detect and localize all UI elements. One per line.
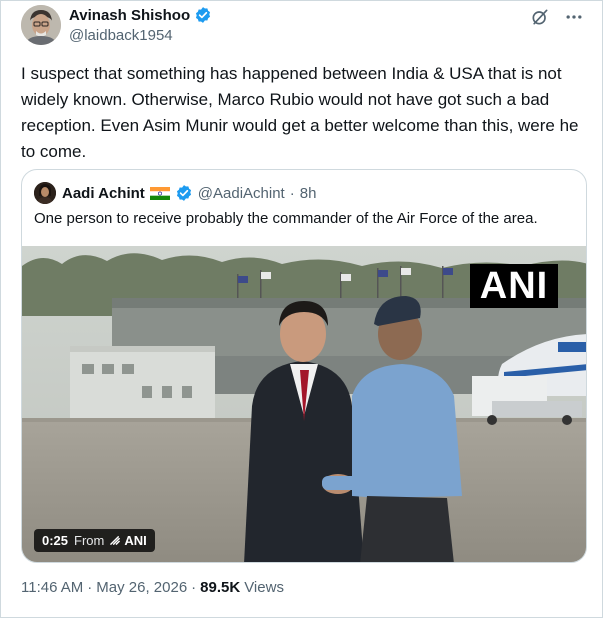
- views-label: Views: [244, 579, 284, 596]
- verified-badge-icon[interactable]: [194, 6, 212, 24]
- india-flag-icon: [149, 186, 170, 200]
- video-duration: 0:25: [42, 533, 69, 548]
- video-player[interactable]: ANI 0:25 From ANI: [22, 246, 586, 562]
- author-avatar[interactable]: [21, 5, 61, 45]
- meta-separator: ·: [87, 579, 93, 596]
- quoted-author-avatar[interactable]: [34, 182, 56, 204]
- header-actions: [530, 7, 584, 27]
- post-date[interactable]: May 26, 2026: [96, 579, 187, 596]
- ani-source-icon: [110, 535, 121, 546]
- meta-separator: ·: [191, 579, 197, 596]
- author-handle[interactable]: @laidback1954: [69, 27, 173, 44]
- video-from-label: From: [74, 533, 105, 548]
- tweet-card: Avinash Shishoo @laidback1954 I suspect …: [0, 0, 603, 618]
- quoted-text: One person to receive probably the comma…: [34, 210, 538, 227]
- quoted-time[interactable]: 8h: [300, 185, 317, 202]
- author-name-text[interactable]: Avinash Shishoo: [69, 7, 190, 24]
- quoted-header: Aadi Achint @AadiAchint · 8h: [62, 184, 316, 202]
- author-name[interactable]: Avinash Shishoo: [69, 6, 212, 24]
- quoted-author-name[interactable]: Aadi Achint: [62, 185, 145, 202]
- tweet-text: I suspect that something has happened be…: [21, 64, 579, 161]
- quoted-separator: ·: [289, 184, 295, 202]
- views-count[interactable]: 89.5K: [200, 579, 240, 596]
- grok-icon[interactable]: [530, 7, 550, 27]
- quoted-handle[interactable]: @AadiAchint: [198, 185, 285, 202]
- more-icon[interactable]: [564, 7, 584, 27]
- post-time[interactable]: 11:46 AM: [21, 579, 83, 596]
- video-source-name[interactable]: ANI: [124, 533, 146, 548]
- post-meta: 11:46 AM · May 26, 2026 · 89.5K Views: [21, 579, 284, 596]
- ani-watermark: ANI: [470, 264, 558, 308]
- quoted-tweet[interactable]: Aadi Achint @AadiAchint · 8h One person …: [21, 169, 587, 563]
- video-badge: 0:25 From ANI: [34, 529, 155, 552]
- quoted-verified-badge-icon[interactable]: [175, 184, 193, 202]
- video-source[interactable]: ANI: [110, 533, 147, 548]
